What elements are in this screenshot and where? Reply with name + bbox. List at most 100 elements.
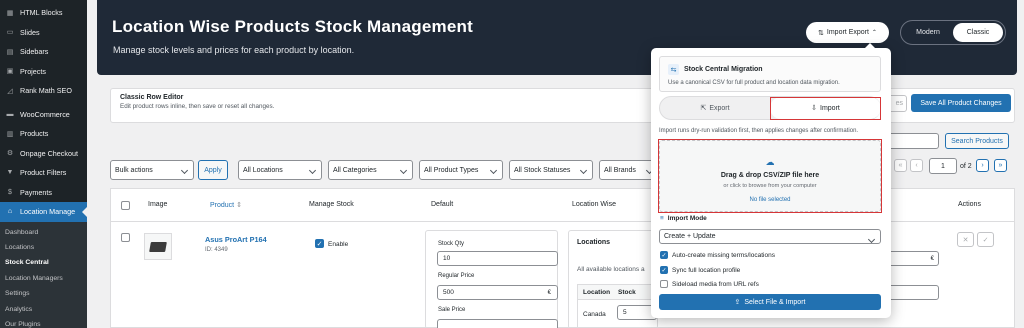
mode-modern-button[interactable]: Modern <box>903 23 953 42</box>
search-products-button[interactable]: Search Products <box>945 133 1009 149</box>
page-title: Location Wise Products Stock Management <box>112 17 473 36</box>
product-name-link[interactable]: Asus ProArt P164 <box>205 235 267 244</box>
enable-label: Enable <box>328 241 349 248</box>
select-file-import-label: Select File & Import <box>744 298 806 306</box>
sort-icon: ⇕ <box>236 202 242 209</box>
submenu-item-stock-central[interactable]: Stock Central <box>0 255 87 270</box>
sidebars-icon: ▤ <box>6 48 14 56</box>
sideload-media-checkbox[interactable] <box>660 280 668 288</box>
option-auto-create[interactable]: ✓ Auto-create missing terms/locations <box>660 251 775 259</box>
slides-icon: ▭ <box>6 29 14 37</box>
submenu-item-dashboard[interactable]: Dashboard <box>0 225 87 240</box>
regular-price-input[interactable]: 500 € <box>437 285 558 300</box>
submenu-item-locations[interactable]: Locations <box>0 240 87 255</box>
check-icon: ✓ <box>982 236 989 244</box>
sale-price-input[interactable] <box>437 319 558 328</box>
stock-qty-input[interactable]: 10 <box>437 251 558 266</box>
import-mode-heading: ≡ Import Mode <box>660 215 707 222</box>
submenu-item-location-managers[interactable]: Location Managers <box>0 271 87 286</box>
sidebar-item-projects[interactable]: ▣ Projects <box>0 62 87 82</box>
import-mode-label: Import Mode <box>667 215 707 222</box>
sidebar-item-label: Rank Math SEO <box>20 86 72 96</box>
sidebar-item-label: Projects <box>20 66 46 76</box>
option-sideload-media[interactable]: Sideload media from URL refs <box>660 280 759 288</box>
drop-zone-highlight <box>658 139 882 213</box>
select-all-checkbox[interactable] <box>121 201 130 210</box>
regular-price-value: 500 <box>443 289 454 296</box>
save-all-button[interactable]: Save All Product Changes <box>911 94 1011 112</box>
sync-profile-checkbox[interactable]: ✓ <box>660 266 668 274</box>
product-thumbnail <box>144 233 172 260</box>
sidebar-item-slides[interactable]: ▭ Slides <box>0 23 87 43</box>
select-file-import-button[interactable]: ⇪ Select File & Import <box>659 294 881 310</box>
apply-button[interactable]: Apply <box>198 160 228 180</box>
currency-symbol: € <box>547 289 551 296</box>
save-row-button[interactable]: ✓ <box>977 232 994 247</box>
sale-price-label: Sale Price <box>438 307 466 313</box>
row-checkbox[interactable] <box>121 233 130 242</box>
migration-card: ⇆ Stock Central Migration Use a canonica… <box>659 56 881 92</box>
next-page-button[interactable]: › <box>976 159 989 172</box>
column-manage-stock: Manage Stock <box>309 201 354 208</box>
locations-title: Locations <box>577 239 611 246</box>
sidebar-item-rank-math[interactable]: ◿ Rank Math SEO <box>0 81 87 101</box>
column-product-label: Product <box>210 202 235 209</box>
mode-classic-button[interactable]: Classic <box>953 23 1003 42</box>
import-mode-select[interactable]: Create + Update <box>659 229 881 244</box>
locations-filter[interactable]: All Locations <box>238 160 322 180</box>
location-column: Location <box>583 289 611 296</box>
sidebar-item-products[interactable]: ▥ Products <box>0 124 87 144</box>
sidebar-item-label: Sidebars <box>20 47 49 57</box>
regular-price-label: Regular Price <box>438 273 475 279</box>
sidebar-item-label: Location Manage <box>20 207 76 217</box>
import-export-icon: ⇅ <box>818 29 824 37</box>
submenu-item-analytics[interactable]: Analytics <box>0 301 87 316</box>
brands-filter[interactable]: All Brands <box>599 160 659 180</box>
sidebar-item-label: WooCommerce <box>20 109 70 119</box>
location-icon: ⌂ <box>7 208 13 216</box>
import-note: Import runs dry-run validation first, th… <box>659 128 859 134</box>
column-default: Default <box>431 201 454 208</box>
submenu-item-settings[interactable]: Settings <box>0 286 87 301</box>
sidebar-item-location-manage[interactable]: ⌂ Location Manage <box>0 202 87 222</box>
import-tab-highlight <box>770 97 881 120</box>
sidebar-item-html-blocks[interactable]: ▦ HTML Blocks <box>0 3 87 23</box>
sidebar-item-product-filters[interactable]: ▼ Product Filters <box>0 163 87 183</box>
auto-create-label: Auto-create missing terms/locations <box>672 251 775 259</box>
page-number-input[interactable]: 1 <box>929 158 957 174</box>
locations-panel: Locations All available locations a Loca… <box>568 230 658 328</box>
page-subtitle: Manage stock levels and prices for each … <box>113 45 355 55</box>
product-types-filter[interactable]: All Product Types <box>419 160 503 180</box>
checkout-icon: ⚙ <box>6 150 14 158</box>
sidebar-item-label: HTML Blocks <box>20 8 63 18</box>
location-table: Location Stock Canada 5 <box>577 284 657 328</box>
enable-stock-checkbox[interactable]: ✓ <box>315 239 324 248</box>
sidebar-item-payments[interactable]: $ Payments <box>0 183 87 203</box>
tab-export[interactable]: ⇱ Export <box>660 97 770 119</box>
products-icon: ▥ <box>6 130 14 138</box>
option-sync-profile[interactable]: ✓ Sync full location profile <box>660 266 740 274</box>
editor-title: Classic Row Editor <box>120 94 184 101</box>
first-page-button[interactable]: « <box>894 159 907 172</box>
stock-statuses-filter[interactable]: All Stock Statuses <box>509 160 593 180</box>
locations-note: All available locations a <box>577 266 645 273</box>
column-product[interactable]: Product ⇕ <box>210 201 242 209</box>
export-icon: ⇱ <box>700 105 707 112</box>
sync-profile-label: Sync full location profile <box>672 266 741 274</box>
categories-filter[interactable]: All Categories <box>328 160 413 180</box>
mode-toggle: Modern Classic <box>900 20 1006 45</box>
submenu-item-our-plugins[interactable]: Our Plugins <box>0 317 87 328</box>
last-page-button[interactable]: » <box>994 159 1007 172</box>
editor-subtitle: Edit product rows inline, then save or r… <box>120 103 275 110</box>
import-export-button[interactable]: ⇅ Import Export ⌃ <box>806 22 889 43</box>
sidebar-item-sidebars[interactable]: ▤ Sidebars <box>0 42 87 62</box>
sidebar-item-onpage-checkout[interactable]: ⚙ Onpage Checkout <box>0 144 87 164</box>
prev-page-button[interactable]: ‹ <box>910 159 923 172</box>
sidebar-item-woocommerce[interactable]: ▬ WooCommerce <box>0 105 87 125</box>
payments-icon: $ <box>8 188 12 196</box>
column-location-wise: Location Wise <box>572 201 616 208</box>
auto-create-checkbox[interactable]: ✓ <box>660 251 668 259</box>
reset-row-button[interactable]: ✕ <box>957 232 974 247</box>
location-submenu: Dashboard Locations Stock Central Locati… <box>0 221 87 328</box>
bulk-actions-select[interactable]: Bulk actions <box>110 160 194 180</box>
